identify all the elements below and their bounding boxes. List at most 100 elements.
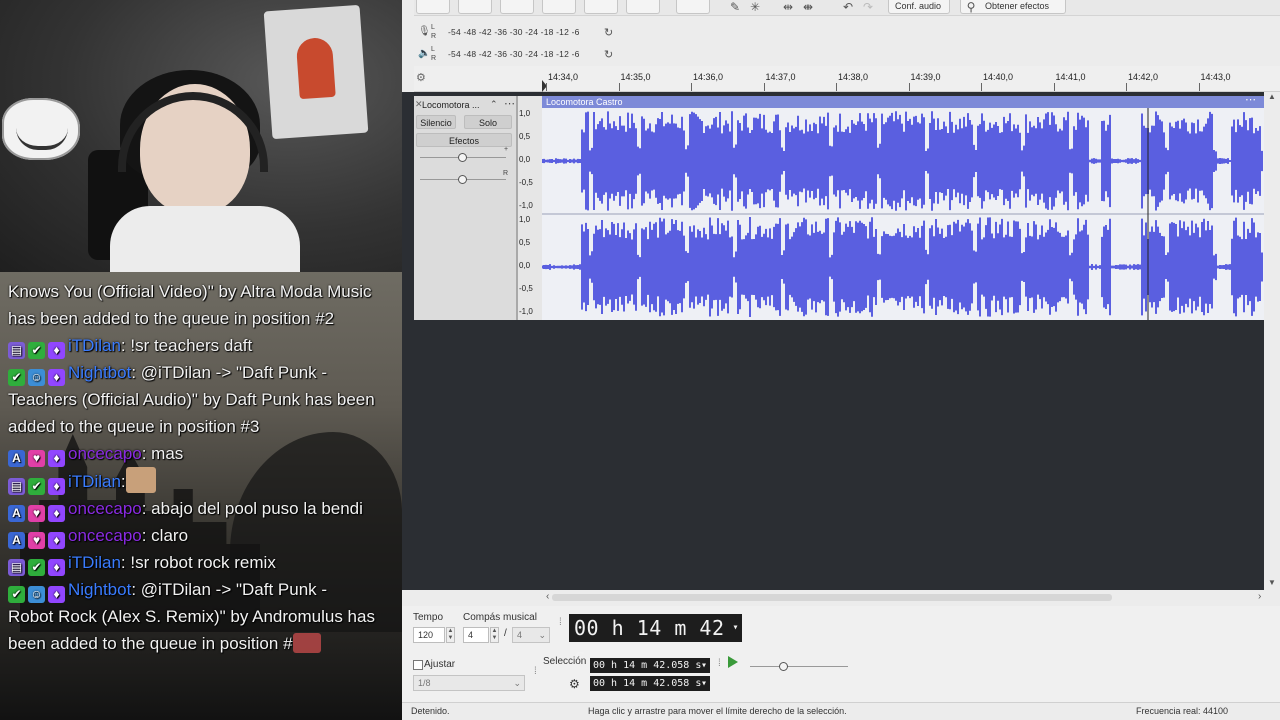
meter-reset-icon[interactable]: ↻ bbox=[604, 26, 613, 39]
multi-tool-icon[interactable]: ✳ bbox=[747, 0, 763, 14]
waveform-clip[interactable]: Locomotora Castro ⋯ bbox=[542, 96, 1264, 320]
redo-icon[interactable]: ↷ bbox=[860, 0, 876, 14]
silence-icon[interactable]: ⇼ bbox=[800, 0, 816, 14]
drag-handle-icon[interactable]: ⁞ bbox=[559, 617, 562, 628]
chat-username[interactable]: Nightbot bbox=[68, 363, 131, 382]
chat-text: : abajo del pool puso la bendi bbox=[141, 499, 363, 518]
play-at-speed-icon[interactable] bbox=[728, 656, 738, 668]
chat-message: ▤ ✔ ♦ iTDilan: bbox=[8, 467, 398, 495]
selection-settings-gear-icon[interactable]: ⚙ bbox=[569, 677, 580, 691]
tracks-panel[interactable]: ✕ Locomotora ... ⌃ ⋯ Silencio Solo Efect… bbox=[402, 92, 1280, 590]
draw-tool-icon[interactable]: ✎ bbox=[727, 0, 743, 14]
scroll-down-icon[interactable]: ▼ bbox=[1268, 578, 1276, 587]
timeline-settings-gear-icon[interactable]: ⚙ bbox=[416, 71, 426, 84]
time-sig-denominator-select[interactable]: 4 ⌄ bbox=[512, 627, 550, 643]
status-hint: Haga clic y arrastre para mover el límit… bbox=[588, 706, 847, 716]
record-meter[interactable]: 🎙 LR -54 -48 -42 -36 -30 -24 -18 -12 -6 … bbox=[414, 22, 1280, 44]
drag-handle-icon[interactable]: ⁞ bbox=[534, 666, 537, 677]
mute-button[interactable]: Silencio bbox=[416, 115, 456, 129]
playback-meter[interactable]: 🔈 LR -54 -48 -42 -36 -30 -24 -18 -12 -6 … bbox=[414, 44, 1280, 66]
chevron-down-icon: ⌄ bbox=[538, 630, 546, 640]
transport-button[interactable] bbox=[416, 0, 450, 14]
time-sig-numerator-input[interactable]: 4 bbox=[463, 627, 489, 643]
track-menu-icon[interactable]: ⋯ bbox=[504, 97, 515, 110]
artist-badge-icon: A bbox=[8, 532, 25, 549]
clip-menu-icon[interactable]: ⋯ bbox=[1245, 96, 1256, 106]
chat-message: Knows You (Official Video)" by Altra Mod… bbox=[8, 278, 398, 305]
snap-value: 1/8 bbox=[418, 678, 431, 688]
time-display[interactable]: 00 h 14 m 42 s ▾ bbox=[569, 614, 742, 668]
track-name[interactable]: Locomotora ... bbox=[422, 100, 480, 110]
transport-button[interactable] bbox=[500, 0, 534, 14]
ruler-tick-label: 14:35,0 bbox=[620, 72, 651, 82]
scroll-left-icon[interactable]: ‹ bbox=[546, 591, 549, 602]
ruler-tick bbox=[691, 83, 692, 91]
effects-button[interactable]: Efectos bbox=[416, 133, 512, 147]
tempo-stepper[interactable]: ▲ ▼ bbox=[446, 627, 455, 643]
undo-icon[interactable]: ↶ bbox=[840, 0, 856, 14]
waveform-graph[interactable] bbox=[542, 108, 1264, 320]
record-button[interactable] bbox=[626, 0, 660, 14]
chat-overlay: Knows You (Official Video)" by Altra Mod… bbox=[0, 272, 402, 720]
selection-start-value: 00 h 14 m 42.058 s bbox=[593, 660, 702, 671]
scroll-up-icon[interactable]: ▲ bbox=[1268, 92, 1276, 101]
timeline-ruler[interactable]: ⚙ 14:34,0 14:35,0 14:36,0 14:37,0 14:38,0 14:… bbox=[414, 66, 1280, 92]
chat-username[interactable]: iTDilan bbox=[68, 472, 121, 491]
tempo-input[interactable]: 120 bbox=[413, 627, 445, 643]
drag-handle-icon[interactable]: ⁞ bbox=[718, 658, 721, 669]
scroll-right-icon[interactable]: › bbox=[1258, 591, 1261, 602]
meter-reset-icon[interactable]: ↻ bbox=[604, 48, 613, 61]
chat-text: Teachers (Official Audio)" by Daft Punk … bbox=[8, 390, 375, 409]
horizontal-scrollbar[interactable]: ‹ › bbox=[402, 590, 1280, 606]
solo-button[interactable]: Solo bbox=[464, 115, 512, 129]
amplitude-tick-label: 0,5 bbox=[519, 132, 531, 141]
selection-end-time[interactable]: 00 h 14 m 42.058 s ▾ bbox=[590, 676, 710, 691]
gain-slider-knob[interactable] bbox=[458, 153, 467, 162]
clip-name: Locomotora Castro bbox=[546, 97, 623, 107]
chat-username[interactable]: Nightbot bbox=[68, 580, 131, 599]
ruler-tick bbox=[981, 83, 982, 91]
audio-setup-button[interactable]: Conf. audio bbox=[888, 0, 950, 14]
transport-button[interactable] bbox=[542, 0, 576, 14]
ruler-tick-label: 14:37,0 bbox=[765, 72, 796, 82]
vertical-scrollbar[interactable]: ▲ ▼ bbox=[1264, 92, 1280, 590]
snap-select[interactable]: 1/8 ⌄ bbox=[413, 675, 525, 691]
play-speed-slider-track[interactable] bbox=[750, 666, 848, 667]
chat-text: added to the queue in position #3 bbox=[8, 417, 260, 436]
chat-username[interactable]: iTDilan bbox=[68, 553, 121, 572]
amplitude-tick-label: -1,0 bbox=[519, 201, 533, 210]
ruler-tick-label: 14:43,0 bbox=[1200, 72, 1231, 82]
time-format-dropdown-icon[interactable]: ▾ bbox=[732, 614, 739, 642]
waveform-channel[interactable] bbox=[542, 111, 1263, 211]
waveform-channel[interactable] bbox=[542, 217, 1263, 317]
chat-username[interactable]: oncecapo bbox=[68, 526, 142, 545]
chevron-down-icon: ⌄ bbox=[513, 678, 521, 688]
ruler-tick-label: 14:41,0 bbox=[1055, 72, 1086, 82]
subscriber-badge-icon: ▤ bbox=[8, 559, 25, 576]
amplitude-tick-label: -0,5 bbox=[519, 284, 533, 293]
time-format-dropdown-icon[interactable]: ▾ bbox=[701, 676, 707, 691]
trim-icon[interactable]: ⇹ bbox=[780, 0, 796, 14]
pan-slider-knob[interactable] bbox=[458, 175, 467, 184]
artist-badge-icon: A bbox=[8, 450, 25, 467]
transport-button[interactable] bbox=[458, 0, 492, 14]
snap-checkbox[interactable] bbox=[413, 660, 423, 670]
chat-username[interactable]: oncecapo bbox=[68, 444, 142, 463]
get-effects-button[interactable]: ⚲ Obtener efectos bbox=[960, 0, 1066, 14]
transport-button[interactable] bbox=[584, 0, 618, 14]
play-speed-slider-knob[interactable] bbox=[779, 662, 788, 671]
collapse-track-icon[interactable]: ⌃ bbox=[490, 99, 498, 110]
loop-button[interactable] bbox=[676, 0, 710, 14]
vip-badge-icon: ✔ bbox=[8, 369, 25, 386]
streamer-shirt bbox=[110, 206, 300, 272]
scrollbar-thumb[interactable] bbox=[552, 594, 1112, 601]
clip-header[interactable]: Locomotora Castro ⋯ bbox=[542, 96, 1264, 108]
time-format-dropdown-icon[interactable]: ▾ bbox=[701, 658, 707, 673]
solo-label: Solo bbox=[478, 118, 497, 128]
selection-start-time[interactable]: 00 h 14 m 42.058 s ▾ bbox=[590, 658, 710, 673]
chat-username[interactable]: oncecapo bbox=[68, 499, 142, 518]
numerator-stepper[interactable]: ▲ ▼ bbox=[490, 627, 499, 643]
chat-message: Teachers (Official Audio)" by Daft Punk … bbox=[8, 386, 398, 413]
ruler-tick bbox=[1053, 83, 1055, 91]
chat-username[interactable]: iTDilan bbox=[68, 336, 121, 355]
